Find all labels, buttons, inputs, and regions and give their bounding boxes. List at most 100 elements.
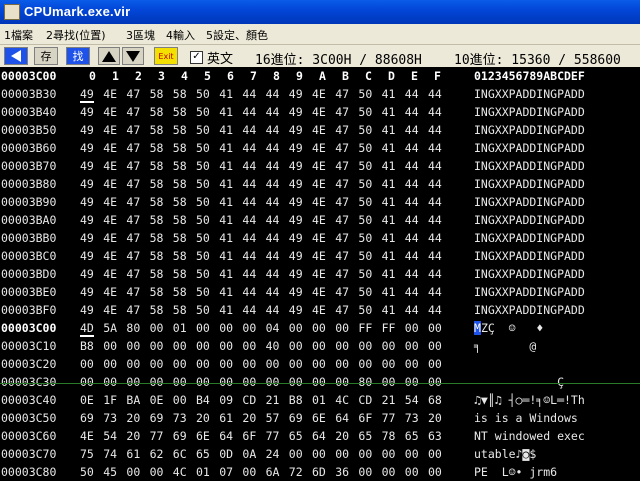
hex-byte[interactable]: 54: [405, 393, 419, 407]
hex-byte[interactable]: 44: [405, 195, 419, 209]
hex-byte[interactable]: 00: [150, 321, 164, 335]
hex-byte[interactable]: 50: [358, 303, 372, 317]
hex-byte[interactable]: 58: [173, 195, 187, 209]
hex-byte[interactable]: 45: [103, 465, 117, 479]
hex-row[interactable]: 00003BD0 49 4E 47 58 58 50 41 44 44 49 4E 47 50 41 44 44…: [0, 265, 640, 283]
hex-byte[interactable]: 00: [173, 357, 187, 371]
hex-byte[interactable]: 47: [335, 105, 349, 119]
hex-byte[interactable]: 00: [103, 375, 117, 389]
hex-byte[interactable]: 50: [358, 231, 372, 245]
hex-byte[interactable]: 00: [358, 447, 372, 461]
hex-byte[interactable]: 49: [80, 195, 94, 209]
hex-byte[interactable]: 00: [289, 321, 303, 335]
hex-byte[interactable]: 49: [80, 159, 94, 173]
hex-byte[interactable]: 44: [428, 303, 442, 317]
hex-byte[interactable]: 44: [405, 267, 419, 281]
hex-byte[interactable]: CD: [242, 393, 256, 407]
hex-byte[interactable]: 44: [266, 123, 280, 137]
hex-byte[interactable]: 00: [335, 375, 349, 389]
hex-byte[interactable]: 41: [382, 303, 396, 317]
hex-byte[interactable]: 64: [219, 429, 233, 443]
hex-byte[interactable]: 00: [150, 357, 164, 371]
hex-byte[interactable]: 73: [103, 411, 117, 425]
hex-byte[interactable]: 58: [173, 141, 187, 155]
hex-byte[interactable]: 50: [358, 249, 372, 263]
hex-byte[interactable]: 69: [150, 411, 164, 425]
hex-row[interactable]: 00003BC0 49 4E 47 58 58 50 41 44 44 49 4E 47 50 41 44 44…: [0, 247, 640, 265]
hex-byte[interactable]: 00: [196, 339, 210, 353]
hex-byte[interactable]: 41: [382, 87, 396, 101]
hex-byte[interactable]: 50: [80, 465, 94, 479]
hex-row[interactable]: 00003BE0 49 4E 47 58 58 50 41 44 44 49 4E 47 50 41 44 44…: [0, 283, 640, 301]
hex-byte[interactable]: 41: [219, 123, 233, 137]
hex-byte[interactable]: 49: [289, 87, 303, 101]
hex-byte[interactable]: 58: [173, 213, 187, 227]
hex-byte[interactable]: 00: [289, 375, 303, 389]
hex-byte[interactable]: 47: [335, 195, 349, 209]
hex-byte[interactable]: 24: [266, 447, 280, 461]
hex-byte[interactable]: 00: [103, 357, 117, 371]
hex-byte[interactable]: 58: [173, 123, 187, 137]
ascii-text[interactable]: INGXXPADDINGPADD: [474, 177, 585, 191]
hex-byte[interactable]: 00: [126, 375, 140, 389]
hex-byte[interactable]: 00: [242, 465, 256, 479]
hex-byte[interactable]: 44: [266, 249, 280, 263]
hex-byte[interactable]: 50: [358, 195, 372, 209]
hex-byte[interactable]: 4E: [103, 87, 117, 101]
hex-byte[interactable]: 6C: [173, 447, 187, 461]
hex-byte[interactable]: 4E: [103, 213, 117, 227]
hex-byte[interactable]: 65: [196, 447, 210, 461]
hex-row[interactable]: 00003B50 49 4E 47 58 58 50 41 44 44 49 4E 47 50 41 44 44…: [0, 121, 640, 139]
hex-byte[interactable]: 00: [173, 339, 187, 353]
ascii-text[interactable]: MZÇ ☺ ♦: [474, 321, 585, 335]
hex-byte[interactable]: 50: [196, 231, 210, 245]
hex-byte[interactable]: 69: [289, 411, 303, 425]
hex-byte[interactable]: 04: [266, 321, 280, 335]
hex-byte[interactable]: 00: [382, 375, 396, 389]
hex-byte[interactable]: 0D: [219, 447, 233, 461]
hex-byte[interactable]: 41: [219, 177, 233, 191]
hex-byte[interactable]: 01: [173, 321, 187, 335]
hex-byte[interactable]: 44: [266, 159, 280, 173]
hex-byte[interactable]: 4E: [312, 177, 326, 191]
hex-byte[interactable]: 4E: [312, 195, 326, 209]
hex-byte[interactable]: 47: [335, 303, 349, 317]
hex-byte[interactable]: 69: [173, 429, 187, 443]
hex-byte[interactable]: 6E: [196, 429, 210, 443]
hex-byte[interactable]: 00: [428, 465, 442, 479]
hex-byte[interactable]: 73: [405, 411, 419, 425]
hex-byte[interactable]: 50: [196, 177, 210, 191]
hex-byte[interactable]: 09: [219, 393, 233, 407]
hex-byte[interactable]: 4E: [312, 213, 326, 227]
hex-byte[interactable]: 44: [428, 267, 442, 281]
menu-input[interactable]: 4輸入: [166, 27, 195, 43]
hex-byte[interactable]: 44: [428, 105, 442, 119]
hex-byte[interactable]: 4E: [312, 87, 326, 101]
hex-byte[interactable]: 44: [242, 123, 256, 137]
hex-byte[interactable]: 68: [428, 393, 442, 407]
hex-byte[interactable]: 47: [126, 105, 140, 119]
hex-byte[interactable]: 80: [358, 375, 372, 389]
hex-byte[interactable]: 41: [382, 141, 396, 155]
hex-byte[interactable]: 58: [150, 105, 164, 119]
hex-row[interactable]: 00003C10 B8 00 00 00 00 00 00 00 40 00 00 00 00 00 00 00…: [0, 337, 640, 355]
hex-byte[interactable]: 49: [289, 285, 303, 299]
exit-button[interactable]: Exit: [154, 47, 178, 65]
hex-byte[interactable]: 41: [382, 213, 396, 227]
hex-byte[interactable]: 73: [173, 411, 187, 425]
hex-byte[interactable]: 44: [428, 177, 442, 191]
english-checkbox[interactable]: ✓: [190, 51, 203, 64]
hex-byte[interactable]: 58: [150, 177, 164, 191]
hex-byte[interactable]: 00: [335, 447, 349, 461]
hex-byte[interactable]: 44: [242, 105, 256, 119]
hex-byte[interactable]: 00: [126, 339, 140, 353]
hex-byte[interactable]: 58: [173, 285, 187, 299]
hex-byte[interactable]: 50: [358, 285, 372, 299]
hex-byte[interactable]: 50: [196, 159, 210, 173]
hex-byte[interactable]: 4E: [312, 303, 326, 317]
hex-byte[interactable]: 44: [405, 285, 419, 299]
hex-byte[interactable]: 47: [335, 285, 349, 299]
hex-byte[interactable]: 00: [428, 321, 442, 335]
hex-byte[interactable]: 77: [382, 411, 396, 425]
hex-byte[interactable]: 61: [219, 411, 233, 425]
